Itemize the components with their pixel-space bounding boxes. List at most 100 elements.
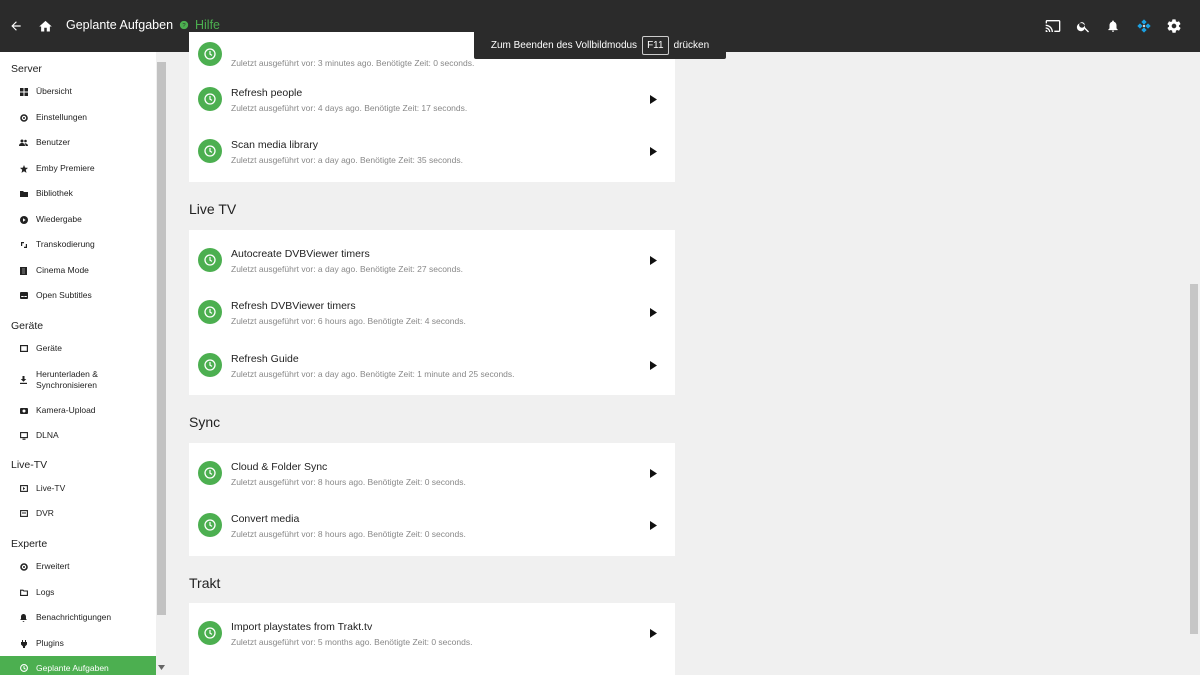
sidebar-section-expert: Experte xyxy=(11,538,48,550)
settings-gear-icon[interactable] xyxy=(1164,16,1184,36)
sidebar-item-label: Geräte xyxy=(36,343,62,353)
clock-icon xyxy=(198,42,222,66)
gear-icon xyxy=(19,562,28,571)
main-scrollbar[interactable] xyxy=(1188,52,1200,675)
fullscreen-notice-prefix: Zum Beenden des Vollbildmodus xyxy=(490,39,638,51)
sidebar-section-live-tv: Live-TV xyxy=(11,459,48,471)
clock-icon xyxy=(19,664,28,673)
task-card-live-tv: Autocreate DVBViewer timers Zuletzt ausg… xyxy=(189,230,675,395)
sidebar-item-users[interactable]: Benutzer xyxy=(0,136,156,149)
section-title-live-tv: Live TV xyxy=(189,201,237,217)
task-row[interactable]: Refresh DVBViewer timers Zuletzt ausgefü… xyxy=(189,290,675,342)
dashboard-icon xyxy=(19,87,28,96)
help-link[interactable]: ? Hilfe xyxy=(179,18,220,32)
task-meta: Zuletzt ausgeführt vor: a day ago. Benöt… xyxy=(231,155,463,165)
sidebar-item-logs[interactable]: Logs xyxy=(0,586,156,599)
task-meta: Zuletzt ausgeführt vor: 6 hours ago. Ben… xyxy=(231,316,466,326)
sidebar-item-download-sync[interactable]: Herunterladen & Synchronisieren xyxy=(0,368,156,392)
folder-icon xyxy=(19,189,28,198)
sidebar-scrollbar-thumb[interactable] xyxy=(157,62,166,615)
cast-icon[interactable] xyxy=(1043,16,1063,36)
task-row[interactable]: Cloud & Folder Sync Zuletzt ausgeführt v… xyxy=(189,451,675,503)
task-row[interactable]: Refresh people Zuletzt ausgeführt vor: 4… xyxy=(189,77,675,129)
sidebar-item-plugins[interactable]: Plugins xyxy=(0,637,156,650)
subtitles-icon xyxy=(19,291,28,300)
sidebar-item-label: DLNA xyxy=(36,430,59,440)
sidebar: Server Übersicht Einstellungen Benutzer … xyxy=(0,52,156,675)
sidebar-item-label: DVR xyxy=(36,508,54,518)
run-task-play-icon[interactable] xyxy=(647,466,659,480)
sidebar-item-cinema-mode[interactable]: Cinema Mode xyxy=(0,264,156,277)
sidebar-item-notifications[interactable]: Benachrichtigungen xyxy=(0,611,156,624)
page-title: Geplante Aufgaben xyxy=(66,18,174,32)
back-arrow-icon[interactable] xyxy=(6,16,26,36)
clock-icon xyxy=(198,353,222,377)
sidebar-item-library[interactable]: Bibliothek xyxy=(0,187,156,200)
tv-icon xyxy=(19,484,28,493)
task-meta: Zuletzt ausgeführt vor: 8 hours ago. Ben… xyxy=(231,529,466,539)
run-task-play-icon[interactable] xyxy=(647,253,659,267)
task-row[interactable]: Autocreate DVBViewer timers Zuletzt ausg… xyxy=(189,238,675,290)
download-icon xyxy=(19,376,28,385)
task-meta: Zuletzt ausgeführt vor: 4 days ago. Benö… xyxy=(231,103,468,113)
task-meta: Zuletzt ausgeführt vor: a day ago. Benöt… xyxy=(231,264,463,274)
clock-icon xyxy=(198,621,222,645)
tablet-icon xyxy=(19,344,28,353)
plugin-icon xyxy=(19,639,28,648)
task-name: Refresh DVBViewer timers xyxy=(231,300,356,312)
task-card-trakt: Import playstates from Trakt.tv Zuletzt … xyxy=(189,603,675,675)
sidebar-item-camera-upload[interactable]: Kamera-Upload xyxy=(0,404,156,417)
kodi-icon[interactable] xyxy=(1134,16,1154,36)
sidebar-item-overview[interactable]: Übersicht xyxy=(0,85,156,98)
sidebar-item-playback[interactable]: Wiedergabe xyxy=(0,213,156,226)
run-task-play-icon[interactable] xyxy=(647,144,659,158)
task-meta: Zuletzt ausgeführt vor: a day ago. Benöt… xyxy=(231,369,515,379)
task-row[interactable]: Refresh Guide Zuletzt ausgeführt vor: a … xyxy=(189,343,675,395)
dvr-icon xyxy=(19,509,28,518)
sidebar-item-label: Plugins xyxy=(36,638,64,648)
task-row[interactable]: Convert media Zuletzt ausgeführt vor: 8 … xyxy=(189,503,675,555)
sidebar-item-dlna[interactable]: DLNA xyxy=(0,429,156,442)
task-name: Cloud & Folder Sync xyxy=(231,461,328,473)
sidebar-item-dvr[interactable]: DVR xyxy=(0,507,156,520)
sidebar-item-label: Bibliothek xyxy=(36,188,73,198)
sidebar-item-live-tv[interactable]: Live-TV xyxy=(0,482,156,495)
camera-icon xyxy=(19,406,28,415)
sidebar-item-scheduled-tasks[interactable]: Geplante Aufgaben xyxy=(0,656,156,675)
task-name: Import playstates from Trakt.tv xyxy=(231,621,373,633)
sidebar-scrollbar[interactable] xyxy=(156,52,167,675)
home-icon[interactable] xyxy=(35,16,55,36)
people-icon xyxy=(19,138,28,147)
section-title-sync: Sync xyxy=(189,414,221,430)
run-task-play-icon[interactable] xyxy=(647,92,659,106)
sidebar-item-label: Kamera-Upload xyxy=(36,405,96,415)
sidebar-item-transcoding[interactable]: Transkodierung xyxy=(0,238,156,251)
bell-icon[interactable] xyxy=(1103,16,1123,36)
run-task-play-icon[interactable] xyxy=(647,305,659,319)
sidebar-item-devices[interactable]: Geräte xyxy=(0,342,156,355)
folder-outline-icon xyxy=(19,588,28,597)
sidebar-item-label: Open Subtitles xyxy=(36,290,92,300)
sidebar-item-label: Erweitert xyxy=(36,561,70,571)
sidebar-item-label: Geplante Aufgaben xyxy=(36,662,109,673)
fullscreen-key: F11 xyxy=(642,35,669,55)
main-scrollbar-thumb[interactable] xyxy=(1190,284,1198,634)
sidebar-item-advanced[interactable]: Erweitert xyxy=(0,560,156,573)
sidebar-item-label: Emby Premiere xyxy=(36,163,95,173)
search-icon[interactable] xyxy=(1073,16,1093,36)
sidebar-item-emby-premiere[interactable]: Emby Premiere xyxy=(0,162,156,175)
clock-icon xyxy=(198,461,222,485)
help-icon: ? xyxy=(179,20,189,30)
scroll-down-arrow-icon[interactable] xyxy=(158,665,165,670)
sidebar-item-label: Cinema Mode xyxy=(36,265,89,275)
fullscreen-notice-suffix: drücken xyxy=(673,39,710,51)
run-task-play-icon[interactable] xyxy=(647,358,659,372)
run-task-play-icon[interactable] xyxy=(647,518,659,532)
task-row[interactable]: Import playstates from Trakt.tv Zuletzt … xyxy=(189,611,675,663)
bell-icon xyxy=(19,613,28,622)
run-task-play-icon[interactable] xyxy=(647,626,659,640)
sidebar-item-settings[interactable]: Einstellungen xyxy=(0,111,156,124)
sidebar-item-open-subtitles[interactable]: Open Subtitles xyxy=(0,289,156,302)
task-row[interactable]: Scan media library Zuletzt ausgeführt vo… xyxy=(189,129,675,181)
sidebar-section-devices: Geräte xyxy=(11,320,44,332)
